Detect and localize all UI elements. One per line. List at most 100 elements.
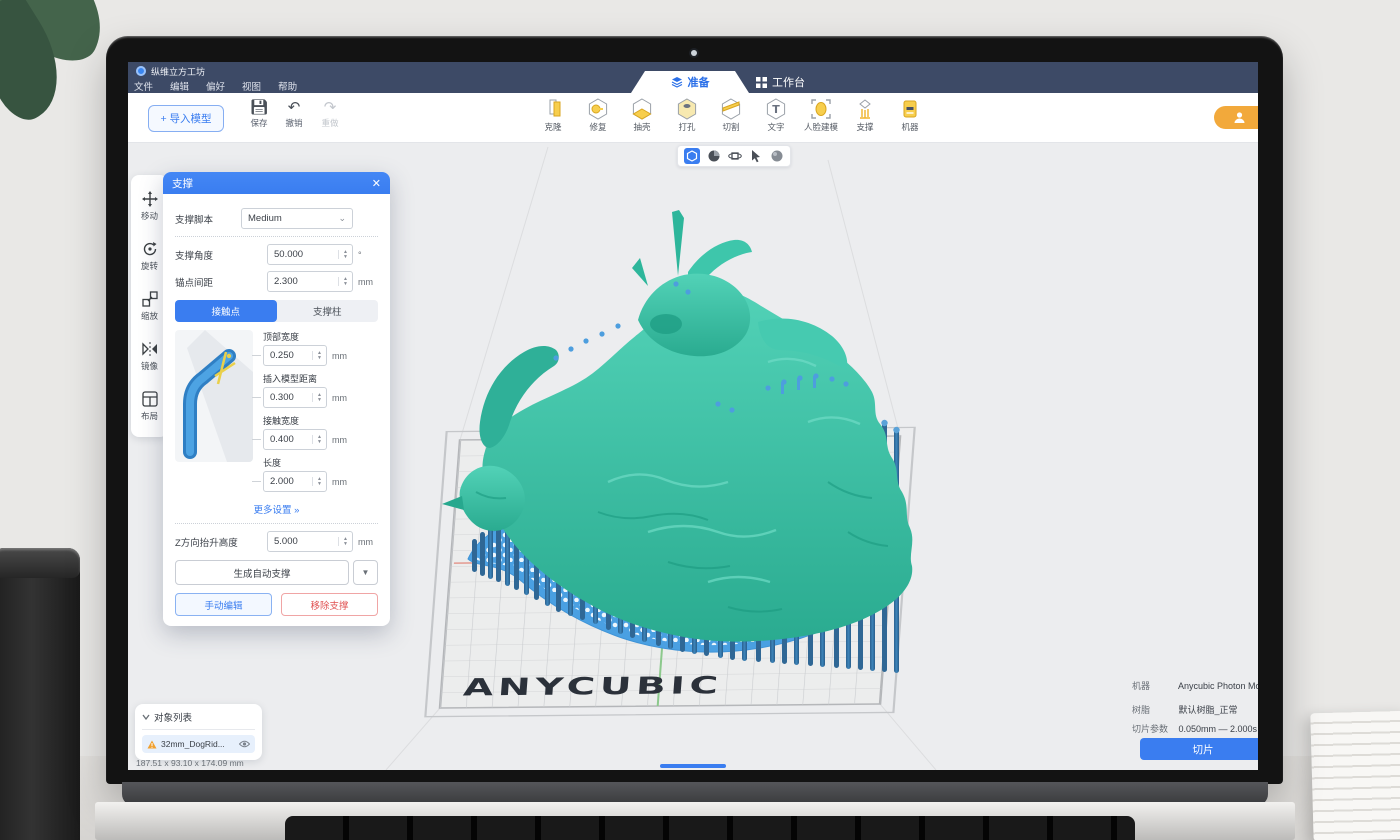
- redo-button[interactable]: ↷ 重做: [312, 99, 348, 129]
- perspective-icon[interactable]: [707, 149, 721, 163]
- user-account-button[interactable]: [1214, 106, 1258, 129]
- save-icon: 💾︎: [241, 99, 277, 117]
- app-logo-icon: [136, 66, 146, 76]
- view-options-toolbar: [677, 145, 791, 167]
- menu-view[interactable]: 视图: [240, 79, 263, 93]
- tool-hollow[interactable]: 抽壳: [620, 98, 664, 133]
- object-list-header[interactable]: 对象列表: [142, 710, 255, 730]
- tool-machine[interactable]: 机器: [888, 98, 932, 133]
- field-contact-width: 接触宽度 0.400 ▲▼ mm: [263, 414, 378, 450]
- plate-logo: ANYCUBIC: [462, 671, 723, 701]
- spinner-arrows[interactable]: ▲▼: [312, 435, 326, 444]
- menu-bar: 文件 编辑 偏好 视图 帮助: [132, 79, 299, 93]
- spacing-label: 锚点间距: [175, 275, 267, 289]
- generate-options-dropdown[interactable]: ▼: [353, 560, 378, 585]
- support-script-select[interactable]: Medium ⌄: [241, 208, 353, 229]
- tool-cut[interactable]: 切割: [709, 98, 753, 133]
- field-length: 长度 2.000 ▲▼ mm: [263, 456, 378, 492]
- repair-icon: [587, 98, 609, 120]
- undo-icon: ↶: [276, 99, 312, 117]
- spinner-arrows[interactable]: ▲▼: [338, 537, 352, 546]
- laptop-lid: ANYCUBIC: [106, 36, 1283, 784]
- spinner-arrows[interactable]: ▲▼: [312, 351, 326, 360]
- menu-preferences[interactable]: 偏好: [204, 79, 227, 93]
- grid-icon: [756, 77, 767, 88]
- import-model-button[interactable]: + 导入模型: [148, 105, 224, 132]
- length-input[interactable]: 2.000 ▲▼: [263, 471, 327, 492]
- slice-params-row: 切片参数 0.050mm — 2.000s: [1132, 722, 1257, 735]
- spinner-arrows[interactable]: ▲▼: [312, 477, 326, 486]
- contact-width-input[interactable]: 0.400 ▲▼: [263, 429, 327, 450]
- visibility-eye-icon[interactable]: [239, 740, 250, 748]
- redo-icon: ↷: [312, 99, 348, 117]
- layers-icon: [671, 76, 683, 88]
- menu-help[interactable]: 帮助: [276, 79, 299, 93]
- close-icon[interactable]: ✕: [372, 177, 381, 190]
- top-width-input[interactable]: 0.250 ▲▼: [263, 345, 327, 366]
- keyboard: [285, 816, 1135, 840]
- rotate-icon: [142, 241, 158, 257]
- support-angle-input[interactable]: 50.000 ▲▼: [267, 244, 353, 265]
- support-illustration: [175, 330, 253, 462]
- tool-repair[interactable]: 修复: [576, 98, 620, 133]
- face-modeling-icon: [810, 98, 832, 120]
- view-cube-icon[interactable]: [684, 148, 700, 164]
- spinner-arrows[interactable]: ▲▼: [312, 393, 326, 402]
- render-sphere-icon[interactable]: [770, 149, 784, 163]
- tab-contact-point[interactable]: 接触点: [175, 300, 277, 322]
- canister-lid: [0, 548, 80, 578]
- generate-supports-button[interactable]: 生成自动支撑: [175, 560, 349, 585]
- support-dialog-header[interactable]: 支撑 ✕: [163, 172, 390, 194]
- zlift-label: Z方向抬升高度: [175, 535, 267, 549]
- anchor-spacing-input[interactable]: 2.300 ▲▼: [267, 271, 353, 292]
- tab-support-pillar[interactable]: 支撑柱: [277, 300, 379, 322]
- object-list-panel: 对象列表 32mm_DogRid...: [135, 704, 262, 760]
- cut-icon: [720, 98, 742, 120]
- z-lift-input[interactable]: 5.000 ▲▼: [267, 531, 353, 552]
- support-mode-tabs: 接触点 支撑柱: [175, 300, 378, 322]
- window-title: 纵维立方工坊: [151, 65, 205, 78]
- menu-edit[interactable]: 编辑: [168, 79, 191, 93]
- app-window: ANYCUBIC: [128, 62, 1258, 770]
- drill-icon: [676, 98, 698, 120]
- slice-button[interactable]: 切片: [1140, 738, 1258, 760]
- select-cursor-icon[interactable]: [749, 149, 763, 163]
- undo-button[interactable]: ↶ 撤销: [276, 99, 312, 129]
- spinner-arrows[interactable]: ▲▼: [338, 250, 352, 259]
- hollow-icon: [631, 98, 653, 120]
- mirror-icon: [142, 341, 158, 357]
- tool-face-modeling[interactable]: 人脸建模: [799, 98, 843, 133]
- manual-edit-button[interactable]: 手动编辑: [175, 593, 272, 616]
- move-icon: [142, 191, 158, 207]
- object-list-item[interactable]: 32mm_DogRid...: [142, 735, 255, 753]
- field-top-width: 顶部宽度 0.250 ▲▼ mm: [263, 330, 378, 366]
- script-label: 支撑脚本: [175, 212, 241, 226]
- tab-workbench[interactable]: 工作台: [756, 71, 805, 93]
- spinner-arrows[interactable]: ▲▼: [338, 277, 352, 286]
- title-menu-bar: 纵维立方工坊 文件 编辑 偏好 视图 帮助 准备: [128, 62, 1258, 93]
- scale-icon: [142, 291, 158, 307]
- paper-stack: [1310, 711, 1400, 840]
- tool-support[interactable]: 支撑: [843, 98, 887, 133]
- field-insert-distance: 插入模型距离 0.300 ▲▼ mm: [263, 372, 378, 408]
- tool-clone[interactable]: 克隆: [531, 98, 575, 133]
- support-dialog: 支撑 ✕ 支撑脚本 Medium ⌄ 支撑角度: [163, 172, 390, 626]
- orbit-icon[interactable]: [728, 149, 742, 163]
- menu-file[interactable]: 文件: [132, 79, 155, 93]
- canister: [0, 548, 80, 840]
- tool-drill[interactable]: 打孔: [665, 98, 709, 133]
- clone-icon: [542, 98, 564, 120]
- tab-prepare[interactable]: 准备: [631, 71, 749, 93]
- insert-distance-input[interactable]: 0.300 ▲▼: [263, 387, 327, 408]
- tool-text[interactable]: T 文字: [754, 98, 798, 133]
- more-settings-link[interactable]: 更多设置 »: [175, 502, 378, 516]
- remove-supports-button[interactable]: 移除支撑: [281, 593, 378, 616]
- desk-scene: ANYCUBIC: [0, 0, 1400, 840]
- resin-row: 树脂 默认树脂_正常: [1132, 703, 1238, 716]
- save-button[interactable]: 💾︎ 保存: [241, 99, 277, 129]
- progress-sliver: [660, 764, 726, 768]
- person-icon: [1233, 111, 1246, 124]
- support-icon: [854, 98, 876, 120]
- laptop-base: [95, 802, 1295, 840]
- machine-row: 机器 Anycubic Photon Mono M3: [1132, 679, 1258, 692]
